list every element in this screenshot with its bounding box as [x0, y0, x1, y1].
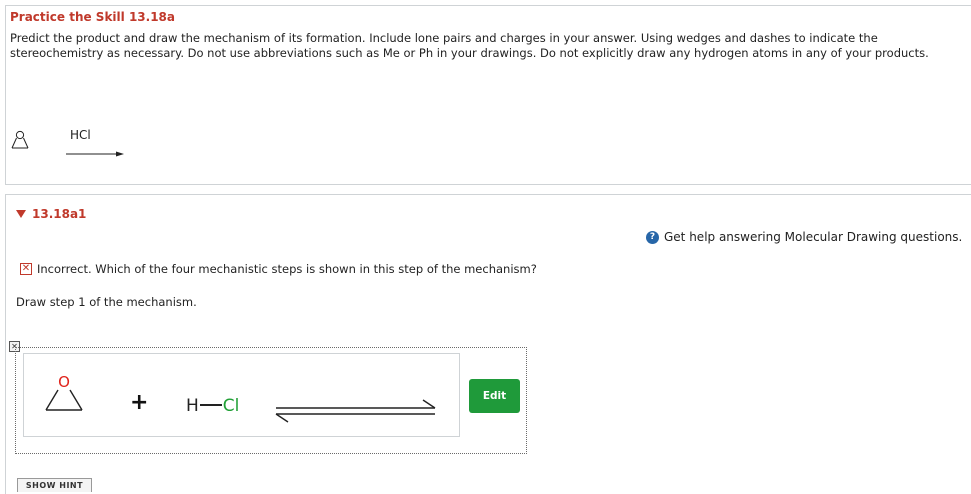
ring-bond-left — [11, 137, 17, 149]
show-hint-button[interactable]: SHOW HINT — [17, 478, 92, 492]
collapse-triangle-icon[interactable] — [16, 210, 26, 218]
epoxide-bond-left — [45, 389, 59, 411]
reverse-half-arrowhead-icon — [275, 413, 289, 423]
chlorine-label: Cl — [222, 396, 240, 416]
oxygen-atom — [15, 130, 25, 140]
help-text[interactable]: Get help answering Molecular Drawing que… — [664, 230, 962, 244]
ring-bond-right — [23, 137, 29, 149]
epoxide-oxygen-label: O — [58, 373, 70, 391]
step-instruction: Draw step 1 of the mechanism. — [16, 295, 197, 309]
feedback-text: Incorrect. Which of the four mechanistic… — [37, 262, 537, 276]
epoxide-drawing: O — [45, 373, 83, 411]
plus-sign: + — [130, 390, 149, 415]
hcl-molecule: H Cl — [186, 396, 239, 416]
feedback-message: ✕ Incorrect. Which of the four mechanist… — [20, 262, 537, 276]
question-header[interactable]: 13.18a1 — [16, 207, 86, 221]
edit-button[interactable]: Edit — [469, 379, 520, 413]
forward-half-arrowhead-icon — [422, 399, 436, 409]
reagent-label: HCl — [70, 128, 91, 142]
help-icon[interactable]: ? — [646, 230, 659, 244]
incorrect-icon: ✕ — [20, 263, 32, 275]
h-cl-bond — [199, 404, 222, 406]
hydrogen-label: H — [186, 396, 199, 416]
equilibrium-arrow — [275, 399, 436, 423]
arrow-head-icon — [116, 151, 124, 157]
help-link[interactable]: ? Get help answering Molecular Drawing q… — [646, 230, 962, 244]
problem-title: Practice the Skill 13.18a — [10, 10, 175, 24]
epoxide-bond-right — [69, 389, 83, 411]
question-label: 13.18a1 — [32, 207, 87, 221]
problem-prompt: Predict the product and draw the mechani… — [10, 31, 929, 60]
epoxide-reactant — [11, 130, 29, 149]
